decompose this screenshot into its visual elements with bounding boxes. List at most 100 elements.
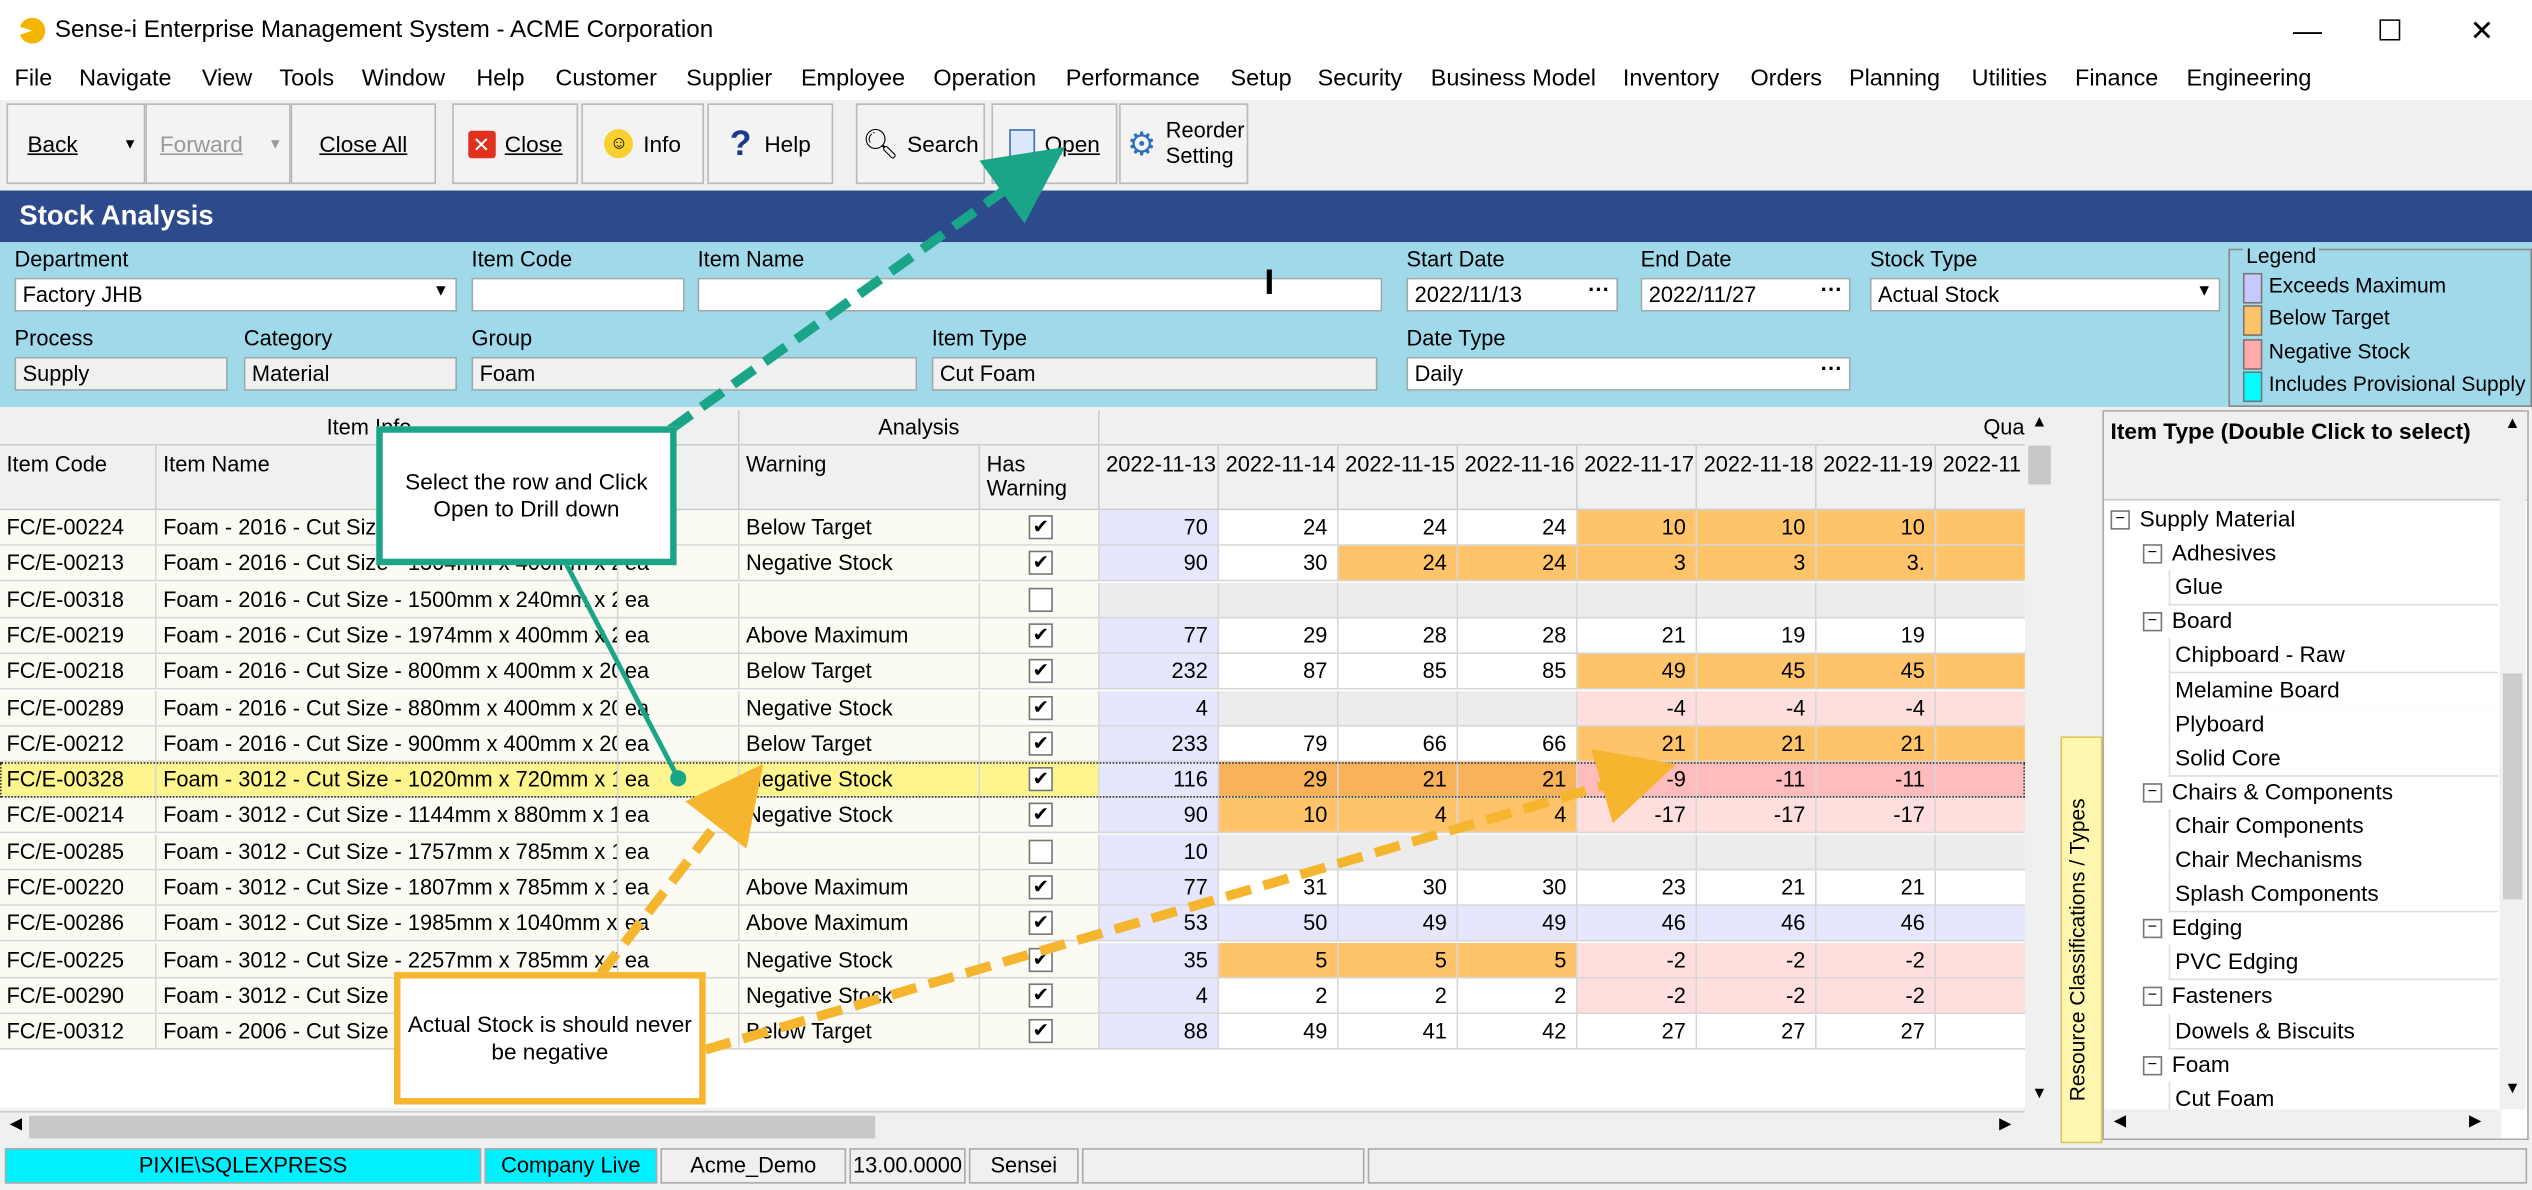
cell-quantity[interactable]: 5: [1219, 942, 1339, 978]
help-button[interactable]: ? Help: [707, 103, 834, 185]
cell-quantity[interactable]: 21: [1577, 726, 1698, 762]
cell-quantity[interactable]: -17: [1816, 798, 1937, 834]
cell-unit[interactable]: ea: [618, 618, 740, 654]
tree-collapse-icon[interactable]: −: [2110, 510, 2130, 530]
cell-quantity[interactable]: -2: [1577, 978, 1698, 1014]
cell-item-code[interactable]: FC/E-00220: [0, 870, 157, 906]
has-warning-checkbox[interactable]: [1028, 587, 1053, 612]
cell-has-warning[interactable]: [980, 834, 1100, 870]
open-button[interactable]: Open: [991, 103, 1118, 185]
tree-collapse-icon[interactable]: −: [2142, 612, 2163, 632]
cell-has-warning[interactable]: [980, 582, 1100, 618]
menu-file[interactable]: File: [15, 66, 53, 92]
column-date[interactable]: 2022-11-13: [1099, 445, 1220, 511]
cell-quantity[interactable]: 88: [1099, 1014, 1220, 1050]
cell-quantity[interactable]: [1816, 582, 1937, 618]
column-date[interactable]: 2022-11-15: [1338, 445, 1459, 511]
reorder-setting-button[interactable]: ⚙ Reorder Setting: [1119, 103, 1249, 185]
hscroll-thumb[interactable]: [29, 1115, 876, 1139]
cell-quantity[interactable]: 24: [1338, 546, 1459, 582]
cell-item-name[interactable]: Foam - 3012 - Cut Size - 1020mm x 720mm …: [156, 762, 619, 798]
cell-quantity[interactable]: 2: [1338, 978, 1459, 1014]
cell-quantity[interactable]: 29: [1219, 618, 1339, 654]
cell-quantity[interactable]: 4: [1338, 798, 1459, 834]
maximize-icon[interactable]: ☐: [2372, 13, 2408, 49]
cell-unit[interactable]: ea: [618, 654, 740, 690]
column-date[interactable]: 2022-11-19: [1816, 445, 1937, 511]
tree-collapse-icon[interactable]: −: [2142, 987, 2163, 1007]
cell-quantity[interactable]: 41: [1338, 1014, 1459, 1050]
cell-has-warning[interactable]: ✔: [980, 546, 1100, 582]
menu-performance[interactable]: Performance: [1066, 66, 1200, 92]
has-warning-checkbox[interactable]: ✔: [1028, 803, 1053, 828]
cell-warning[interactable]: Negative Stock: [739, 942, 981, 978]
tree-node[interactable]: Glue: [2168, 570, 2499, 606]
back-button[interactable]: Back ▼: [6, 103, 146, 185]
cell-quantity[interactable]: [1219, 834, 1339, 870]
tree-node[interactable]: Chair Components: [2168, 808, 2499, 845]
tree-node[interactable]: Chairs & Components: [2172, 775, 2393, 809]
has-warning-checkbox[interactable]: ✔: [1028, 695, 1053, 720]
cell-item-name[interactable]: Foam - 2016 - Cut Size - 1974mm x 400mm …: [156, 618, 619, 654]
grid-vertical-scrollbar[interactable]: ▲ ▼: [2024, 410, 2056, 1108]
cell-quantity[interactable]: 35: [1099, 942, 1220, 978]
cell-quantity[interactable]: -2: [1697, 978, 1817, 1014]
cell-quantity[interactable]: 85: [1458, 654, 1578, 690]
menu-employee[interactable]: Employee: [801, 66, 905, 92]
forward-dropdown-icon[interactable]: ▼: [268, 136, 282, 152]
scroll-up-icon[interactable]: ▲: [2031, 413, 2047, 431]
cell-quantity[interactable]: [1458, 834, 1578, 870]
cell-quantity[interactable]: 21: [1697, 726, 1817, 762]
cell-quantity[interactable]: -4: [1816, 690, 1937, 726]
cell-quantity[interactable]: 24: [1338, 510, 1459, 546]
cell-quantity[interactable]: 10: [1816, 510, 1937, 546]
end-date-input[interactable]: 2022/11/27 ···: [1640, 277, 1851, 312]
cell-quantity[interactable]: 21: [1458, 762, 1578, 798]
has-warning-checkbox[interactable]: ✔: [1028, 515, 1053, 540]
cell-quantity[interactable]: 10: [1577, 510, 1698, 546]
cell-unit[interactable]: ea: [618, 834, 740, 870]
cell-quantity[interactable]: [1816, 834, 1937, 870]
tree-collapse-icon[interactable]: −: [2142, 782, 2163, 803]
cell-unit[interactable]: ea: [618, 906, 740, 942]
cell-quantity[interactable]: 42: [1458, 1014, 1578, 1050]
cell-quantity[interactable]: 10: [1099, 834, 1220, 870]
cell-item-code[interactable]: FC/E-00212: [0, 726, 157, 762]
cell-quantity[interactable]: 66: [1338, 726, 1459, 762]
cell-warning[interactable]: Negative Stock: [739, 978, 981, 1014]
has-warning-checkbox[interactable]: ✔: [1028, 659, 1053, 684]
cell-has-warning[interactable]: ✔: [980, 762, 1100, 798]
cell-quantity[interactable]: 77: [1099, 870, 1220, 906]
cell-quantity[interactable]: 30: [1458, 870, 1578, 906]
tree-scroll-up-icon[interactable]: ▲: [2505, 415, 2521, 433]
tree-node[interactable]: Board: [2172, 604, 2232, 638]
cell-unit[interactable]: ea: [618, 762, 740, 798]
cell-quantity[interactable]: 232: [1099, 654, 1220, 690]
cell-quantity[interactable]: 87: [1219, 654, 1339, 690]
has-warning-checkbox[interactable]: [1028, 839, 1053, 864]
cell-quantity[interactable]: [1697, 582, 1817, 618]
cell-quantity[interactable]: 30: [1338, 870, 1459, 906]
menu-planning[interactable]: Planning: [1849, 66, 1940, 92]
tree-scroll-thumb[interactable]: [2502, 673, 2523, 900]
department-select[interactable]: Factory JHB: [14, 277, 457, 312]
cell-quantity[interactable]: 23: [1577, 870, 1698, 906]
tree-node[interactable]: Dowels & Biscuits: [2168, 1013, 2499, 1049]
cell-has-warning[interactable]: ✔: [980, 510, 1100, 546]
tree-node[interactable]: Supply Material: [2140, 502, 2296, 536]
tree-node[interactable]: Melamine Board: [2168, 672, 2499, 709]
cell-item-code[interactable]: FC/E-00224: [0, 510, 157, 546]
cell-has-warning[interactable]: ✔: [980, 1014, 1100, 1050]
cell-warning[interactable]: [739, 834, 981, 870]
tree-vertical-scrollbar[interactable]: ▲ ▼: [2499, 415, 2526, 1110]
cell-quantity[interactable]: 90: [1099, 546, 1220, 582]
cell-item-name[interactable]: Foam - 3012 - Cut Size - 1807mm x 785mm …: [156, 870, 619, 906]
cell-has-warning[interactable]: ✔: [980, 690, 1100, 726]
cell-has-warning[interactable]: ✔: [980, 726, 1100, 762]
cell-warning[interactable]: Above Maximum: [739, 906, 981, 942]
info-button[interactable]: ☺ Info: [581, 103, 705, 185]
tree-node[interactable]: Chipboard - Raw: [2168, 638, 2499, 675]
cell-quantity[interactable]: 21: [1697, 870, 1817, 906]
cell-quantity[interactable]: 49: [1577, 654, 1698, 690]
scroll-left-icon[interactable]: ◀: [10, 1116, 22, 1134]
